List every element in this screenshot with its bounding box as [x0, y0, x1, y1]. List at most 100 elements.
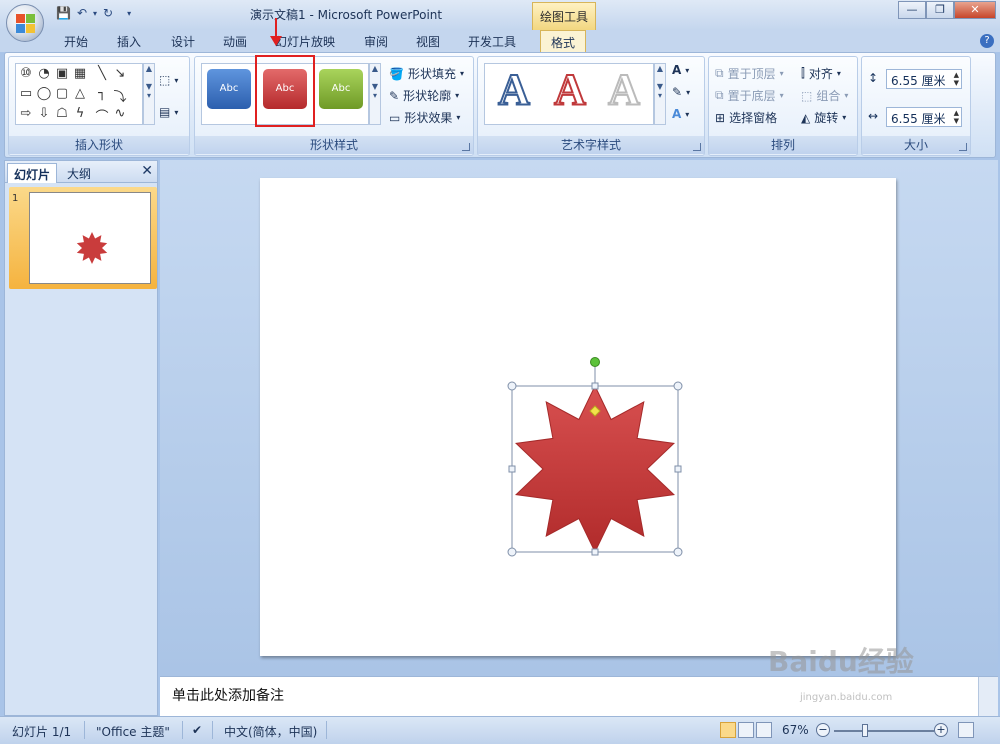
edit-shape-button[interactable]: ⬚ ▾ — [159, 73, 178, 87]
width-spinner-icon[interactable]: ▲ ▼ — [954, 109, 959, 125]
shape-rectangle-icon[interactable]: ▭ — [18, 86, 34, 101]
resize-handle-w[interactable] — [508, 465, 516, 473]
tab-insert[interactable]: 插入 — [117, 33, 141, 50]
office-button[interactable] — [6, 4, 44, 42]
text-outline-button[interactable]: ✎ ▾ — [672, 85, 690, 99]
shape-fill-button[interactable]: 🪣 形状填充 ▾ — [389, 65, 464, 82]
resize-handle-n[interactable] — [591, 382, 599, 390]
slide-sorter-view-icon[interactable] — [738, 722, 754, 738]
shape-textbox-icon[interactable]: ⑩ — [18, 66, 34, 81]
wordart-gallery-scroll[interactable]: ▲ ▼ ▾ — [654, 63, 666, 125]
restore-button[interactable]: ❐ — [926, 1, 954, 19]
shape-arrow-line-icon[interactable]: ↘ — [112, 66, 128, 81]
group-button[interactable]: ⬚ 组合 ▾ — [801, 87, 848, 104]
style-thumb-green[interactable]: Abc — [319, 69, 363, 109]
wordart-thumb-blue-outline[interactable]: A — [488, 66, 540, 114]
shape-lightning-icon[interactable]: ϟ — [72, 106, 88, 121]
status-slide-count: 幻灯片 1/1 — [12, 725, 72, 739]
tab-review[interactable]: 审阅 — [364, 33, 388, 50]
height-spinner-icon[interactable]: ▲ ▼ — [954, 71, 959, 87]
shape-curve-icon[interactable]: ⌒ — [94, 106, 110, 125]
office-logo-icon — [16, 14, 36, 34]
shape-elbow-arrow-icon[interactable]: ⤵ — [112, 86, 128, 105]
textbox-button[interactable]: ▤ ▾ — [159, 105, 178, 119]
close-button[interactable]: ✕ — [954, 1, 996, 19]
tab-home[interactable]: 开始 — [64, 33, 88, 50]
save-icon[interactable]: 💾 — [56, 6, 71, 20]
shape-effects-button[interactable]: ▭ 形状效果 ▾ — [389, 109, 460, 126]
wordart-thumb-gray-outline[interactable]: A — [598, 66, 650, 114]
rotate-button[interactable]: ◭ 旋转 ▾ — [801, 109, 846, 126]
bring-to-front-button[interactable]: ⧉ 置于顶层 ▾ — [715, 65, 784, 82]
resize-handle-nw[interactable] — [507, 381, 517, 391]
tab-developer[interactable]: 开发工具 — [468, 33, 516, 50]
resize-handle-se[interactable] — [673, 547, 683, 557]
size-launcher-icon[interactable] — [959, 143, 967, 151]
resize-handle-sw[interactable] — [507, 547, 517, 557]
tab-outline[interactable]: 大纲 — [61, 163, 97, 183]
undo-icon[interactable]: ↶ — [77, 6, 87, 20]
close-pane-icon[interactable]: ✕ — [141, 163, 153, 179]
shape-callout-icon[interactable]: ☖ — [54, 106, 70, 121]
align-button[interactable]: ⫿ 对齐 ▾ — [801, 65, 841, 82]
fit-to-window-icon[interactable] — [958, 722, 974, 738]
zoom-in-icon[interactable]: + — [934, 723, 948, 737]
shape-right-arrow-icon[interactable]: ⇨ — [18, 106, 34, 121]
shape-width-input[interactable]: 6.55 厘米 ▲ ▼ — [886, 107, 962, 127]
shape-height-input[interactable]: 6.55 厘米 ▲ ▼ — [886, 69, 962, 89]
rotation-handle-icon[interactable] — [590, 357, 600, 367]
shape-styles-launcher-icon[interactable] — [462, 143, 470, 151]
slide-thumbnail[interactable] — [29, 192, 151, 284]
slides-pane: 幻灯片 大纲 ✕ 1 — [4, 160, 158, 716]
send-back-label: 置于底层 — [727, 89, 776, 103]
shape-triangle-icon[interactable]: △ — [72, 86, 88, 101]
help-icon[interactable]: ? — [980, 34, 994, 48]
shapes-gallery-scroll[interactable]: ▲ ▼ ▾ — [143, 63, 155, 125]
selection-pane-button[interactable]: ⊞ 选择窗格 — [715, 109, 777, 126]
shape-rounded-rect-icon[interactable]: ▢ — [54, 86, 70, 101]
zoom-slider-thumb[interactable] — [862, 724, 868, 737]
spell-check-icon[interactable]: ✔ — [192, 723, 202, 737]
zoom-slider-track[interactable] — [834, 730, 934, 732]
edit-shape-icon: ⬚ — [159, 73, 171, 87]
shape-image-icon[interactable]: ▦ — [72, 66, 88, 81]
wordart-launcher-icon[interactable] — [693, 143, 701, 151]
wordart-thumb-red-outline[interactable]: A — [544, 66, 596, 114]
shape-arc-icon[interactable]: ◔ — [36, 66, 52, 81]
slide-canvas[interactable] — [260, 178, 896, 656]
text-fill-button[interactable]: A ▾ — [672, 63, 689, 77]
slide-thumbnail-selected[interactable]: 1 — [9, 187, 157, 289]
tab-design[interactable]: 设计 — [171, 33, 195, 50]
undo-dropdown-icon[interactable]: ▾ — [93, 9, 97, 18]
text-effects-button[interactable]: A ▾ — [672, 107, 689, 121]
group-label-insert-shapes: 插入形状 — [9, 136, 189, 154]
customize-qat-icon[interactable]: ▾ — [127, 9, 131, 18]
redo-icon[interactable]: ↻ — [103, 6, 113, 20]
shape-line-icon[interactable]: ╲ — [94, 66, 110, 81]
resize-handle-e[interactable] — [674, 465, 682, 473]
minimize-button[interactable]: — — [898, 1, 926, 19]
resize-handle-ne[interactable] — [673, 381, 683, 391]
resize-handle-s[interactable] — [591, 548, 599, 556]
slideshow-view-icon[interactable] — [756, 722, 772, 738]
styles-gallery-scroll[interactable]: ▲ ▼ ▾ — [369, 63, 381, 125]
notes-scrollbar[interactable] — [978, 677, 998, 717]
zoom-level[interactable]: 67% — [782, 723, 809, 737]
shape-oval-icon[interactable]: ◯ — [36, 86, 52, 101]
shape-picture-icon[interactable]: ▣ — [54, 66, 70, 81]
shapes-gallery[interactable]: ⑩ ◔ ▣ ▦ ╲ ↘ ▭ ◯ ▢ △ ┐ ⤵ ⇨ ⇩ ☖ ϟ ⌒ ∿ — [15, 63, 143, 125]
shape-freeform-icon[interactable]: ∿ — [112, 106, 128, 121]
tab-format[interactable]: 格式 — [540, 30, 587, 53]
tab-view[interactable]: 视图 — [416, 33, 440, 50]
effects-icon: ▭ — [389, 110, 401, 125]
shape-outline-button[interactable]: ✎ 形状轮廓 ▾ — [389, 87, 459, 104]
tab-slides[interactable]: 幻灯片 — [7, 163, 58, 183]
style-thumb-blue[interactable]: Abc — [207, 69, 251, 109]
tab-animations[interactable]: 动画 — [223, 33, 247, 50]
send-to-back-button[interactable]: ⧉ 置于底层 ▾ — [715, 87, 784, 104]
shape-elbow-connector-icon[interactable]: ┐ — [94, 86, 110, 101]
shape-down-arrow-icon[interactable]: ⇩ — [36, 106, 52, 121]
status-language[interactable]: 中文(简体，中国) — [224, 723, 317, 740]
zoom-out-icon[interactable]: − — [816, 723, 830, 737]
normal-view-icon[interactable] — [720, 722, 736, 738]
